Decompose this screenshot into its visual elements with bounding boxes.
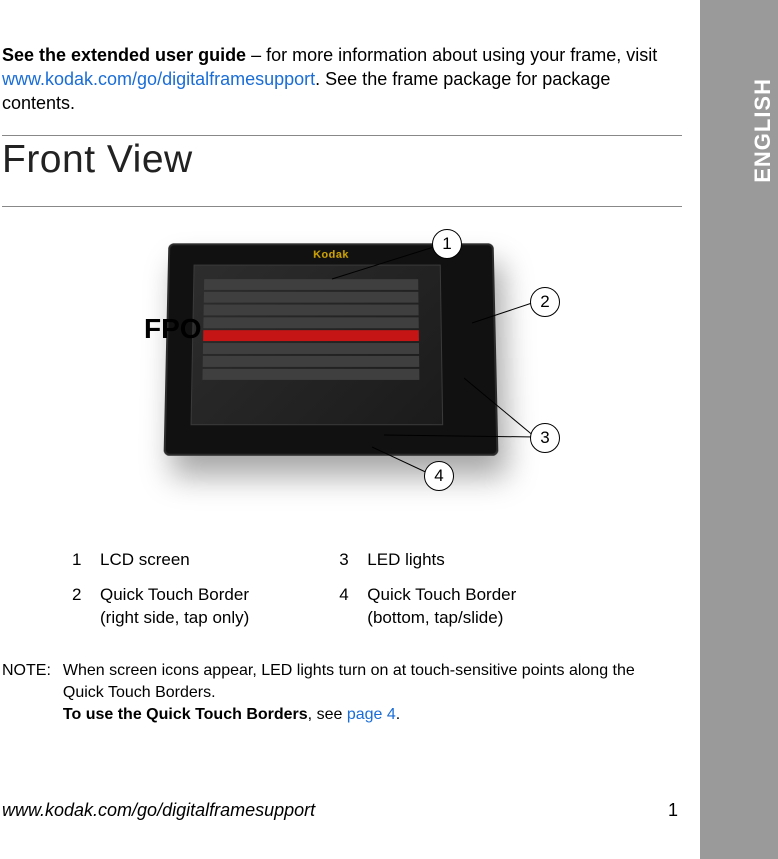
page-content: See the extended user guide – for more i… xyxy=(0,0,700,859)
legend-text: Quick Touch Border (right side, tap only… xyxy=(100,584,249,630)
intro-link[interactable]: www.kodak.com/go/digitalframesupport xyxy=(2,69,315,89)
footer: www.kodak.com/go/digitalframesupport 1 xyxy=(2,800,678,821)
note-line2-rest: , see xyxy=(308,706,347,723)
legend-text: LED lights xyxy=(367,549,444,572)
note-label: NOTE: xyxy=(2,660,51,726)
intro-lead-rest: – for more information about using your … xyxy=(246,45,657,65)
legend-text: LCD screen xyxy=(100,549,190,572)
callout-lines xyxy=(2,233,702,503)
language-label: ENGLISH xyxy=(750,78,776,183)
legend: 1 LCD screen 2 Quick Touch Border (right… xyxy=(72,549,682,630)
rule-top xyxy=(2,135,682,136)
legend-left: 1 LCD screen 2 Quick Touch Border (right… xyxy=(72,549,249,630)
legend-text: Quick Touch Border (bottom, tap/slide) xyxy=(367,584,516,630)
note-body: When screen icons appear, LED lights tur… xyxy=(63,660,668,726)
intro-lead-bold: See the extended user guide xyxy=(2,45,246,65)
legend-right: 3 LED lights 4 Quick Touch Border (botto… xyxy=(339,549,516,630)
note-line2-tail: . xyxy=(396,706,400,723)
section-title: Front View xyxy=(2,138,682,186)
footer-url: www.kodak.com/go/digitalframesupport xyxy=(2,800,315,821)
legend-item-2: 2 Quick Touch Border (right side, tap on… xyxy=(72,584,249,630)
figure: Kodak FPO 1 2 3 4 xyxy=(2,233,682,503)
note-line1: When screen icons appear, LED lights tur… xyxy=(63,662,635,701)
legend-item-4: 4 Quick Touch Border (bottom, tap/slide) xyxy=(339,584,516,630)
legend-item-3: 3 LED lights xyxy=(339,549,516,572)
legend-num: 3 xyxy=(339,549,353,572)
intro-paragraph: See the extended user guide – for more i… xyxy=(2,44,682,115)
note-line2-bold: To use the Quick Touch Borders xyxy=(63,706,308,723)
legend-num: 1 xyxy=(72,549,86,572)
language-tab: ENGLISH xyxy=(700,0,778,859)
legend-item-1: 1 LCD screen xyxy=(72,549,249,572)
note-link[interactable]: page 4 xyxy=(347,706,396,723)
legend-num: 2 xyxy=(72,584,86,630)
legend-num: 4 xyxy=(339,584,353,630)
rule-bottom xyxy=(2,206,682,207)
note: NOTE: When screen icons appear, LED ligh… xyxy=(2,660,682,726)
page-number: 1 xyxy=(668,800,678,821)
